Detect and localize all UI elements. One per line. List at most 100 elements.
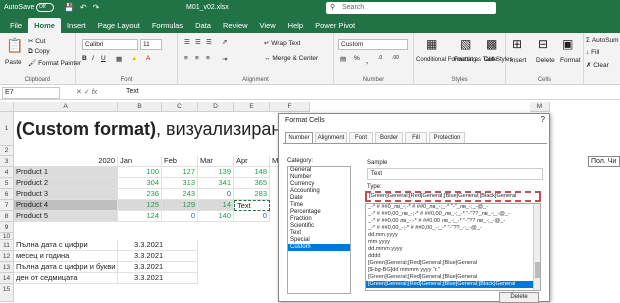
- tab-view[interactable]: View: [254, 18, 282, 33]
- fill-color-icon[interactable]: ▲: [131, 55, 137, 62]
- product-cell[interactable]: Product 5: [14, 211, 118, 222]
- category-item[interactable]: General: [288, 167, 350, 174]
- enter-icon[interactable]: ✓: [84, 89, 90, 96]
- format-cells-icon[interactable]: ▣: [562, 37, 573, 51]
- dialog-tab-number[interactable]: Number: [285, 132, 313, 143]
- save-icon[interactable]: 💾: [64, 3, 74, 12]
- italic-icon[interactable]: I: [92, 55, 94, 62]
- product-cell[interactable]: Product 4: [14, 200, 118, 211]
- cell-styles-icon[interactable]: ▩: [486, 37, 497, 51]
- value-cell[interactable]: 140: [198, 211, 234, 222]
- tab-power-pivot[interactable]: Power Pivot: [309, 18, 361, 33]
- row-header-2[interactable]: 2: [0, 146, 14, 156]
- scrollbar-thumb[interactable]: [535, 262, 540, 278]
- type-item[interactable]: dddd: [366, 253, 540, 260]
- value-cell[interactable]: 243: [162, 189, 198, 200]
- orientation-icon[interactable]: ⇗: [222, 38, 227, 46]
- align-right-icon[interactable]: ≡: [206, 55, 210, 62]
- type-item[interactable]: _-* # ##0,00_-;-* # ##0,00_-;_-* "-"??_-…: [366, 225, 540, 232]
- category-item[interactable]: Percentage: [288, 209, 350, 216]
- value-cell[interactable]: 127: [162, 167, 198, 178]
- type-item[interactable]: mm.yyyy: [366, 239, 540, 246]
- type-item[interactable]: _-* # ##0,00_лв_-;-* # ##0,00_лв_-;_-* "…: [366, 211, 540, 218]
- currency-icon[interactable]: ▤: [340, 55, 346, 63]
- type-item[interactable]: dd.mm.yyyy: [366, 232, 540, 239]
- row-header-13[interactable]: 13: [0, 262, 14, 273]
- type-item[interactable]: _-* # ##0,00 лв_-;-* # ##0,00 лв_-;_-* "…: [366, 218, 540, 225]
- date-cell[interactable]: 3.3.2021: [118, 251, 198, 262]
- category-item[interactable]: Date: [288, 195, 350, 202]
- name-box[interactable]: E7: [2, 87, 60, 99]
- product-cell[interactable]: Product 2: [14, 178, 118, 189]
- underline-icon[interactable]: U: [101, 55, 106, 62]
- column-header-b[interactable]: B: [118, 102, 162, 112]
- type-item[interactable]: [$-bg-BG]dd mmmm yyyy "г.": [366, 267, 540, 274]
- value-cell[interactable]: 124: [118, 211, 162, 222]
- borders-icon[interactable]: ▦: [116, 55, 122, 63]
- month-cell[interactable]: Feb: [162, 156, 198, 167]
- align-center-icon[interactable]: ≡: [195, 55, 199, 62]
- value-cell[interactable]: 125: [118, 200, 162, 211]
- indent-icon[interactable]: ⇥: [222, 55, 227, 63]
- wrap-text-button[interactable]: ↵ Wrap Text: [264, 39, 300, 47]
- tab-file[interactable]: File: [4, 18, 28, 33]
- type-item[interactable]: [Green]General;[Red]General;[Blue]Genera…: [366, 274, 540, 281]
- undo-icon[interactable]: ↶: [80, 3, 87, 12]
- value-cell[interactable]: 304: [118, 178, 162, 189]
- formula-input[interactable]: Text: [126, 88, 139, 95]
- row-header-12[interactable]: 12: [0, 251, 14, 262]
- tab-formulas[interactable]: Formulas: [146, 18, 189, 33]
- dialog-tab-alignment[interactable]: Alignment: [315, 132, 347, 143]
- category-item[interactable]: Number: [288, 174, 350, 181]
- fill-button[interactable]: ↓ Fill: [586, 49, 599, 56]
- tab-help[interactable]: Help: [282, 18, 309, 33]
- cut-button[interactable]: ✂ Cut: [28, 37, 45, 45]
- row-header-9[interactable]: 9: [0, 222, 14, 233]
- delete-cells-button[interactable]: Delete: [536, 57, 555, 64]
- row-header-14[interactable]: 14: [0, 273, 14, 284]
- paste-button[interactable]: Paste: [5, 59, 22, 66]
- type-item[interactable]: dd.mmm.yyyy: [366, 246, 540, 253]
- dialog-tab-font[interactable]: Font: [349, 132, 373, 143]
- type-input[interactable]: [Green]General;[Red]General;[Blue]Genera…: [365, 191, 541, 202]
- select-all-corner[interactable]: [0, 102, 14, 112]
- percent-icon[interactable]: %: [354, 55, 360, 62]
- date-cell[interactable]: 3.3.2021: [118, 273, 198, 284]
- clear-button[interactable]: ✗ Clear: [586, 61, 609, 69]
- label-cell[interactable]: ден от седмицата: [14, 273, 118, 284]
- redo-icon[interactable]: ↷: [93, 3, 100, 12]
- delete-button[interactable]: Delete: [499, 292, 539, 303]
- merge-center-button[interactable]: ↔ Merge & Center: [264, 55, 318, 62]
- year-cell[interactable]: 2020: [14, 156, 118, 167]
- tab-page-layout[interactable]: Page Layout: [92, 18, 146, 33]
- selected-cell-e7[interactable]: Text: [234, 200, 270, 211]
- label-cell[interactable]: месец и година: [14, 251, 118, 262]
- category-item[interactable]: Accounting: [288, 188, 350, 195]
- row-header-6[interactable]: 6: [0, 189, 14, 200]
- delete-cells-icon[interactable]: ⊟: [538, 37, 548, 51]
- value-cell[interactable]: 283: [234, 189, 270, 200]
- category-list[interactable]: General Number Currency Accounting Date …: [287, 166, 351, 294]
- category-item-selected[interactable]: Custom: [288, 244, 350, 251]
- column-header-a[interactable]: A: [14, 102, 118, 112]
- value-cell[interactable]: 14: [198, 200, 234, 211]
- font-name-select[interactable]: Calibri: [82, 39, 138, 50]
- value-cell[interactable]: 139: [198, 167, 234, 178]
- comma-icon[interactable]: ‚: [366, 55, 368, 65]
- dialog-tab-protection[interactable]: Protection: [429, 132, 465, 143]
- value-cell[interactable]: 0: [198, 189, 234, 200]
- font-size-select[interactable]: 11: [140, 39, 162, 50]
- dialog-tab-fill[interactable]: Fill: [405, 132, 427, 143]
- right-header-cell[interactable]: Пол. Чи: [588, 156, 620, 167]
- category-item[interactable]: Time: [288, 202, 350, 209]
- row-header-5[interactable]: 5: [0, 178, 14, 189]
- row-header-1[interactable]: 1: [0, 112, 14, 146]
- value-cell[interactable]: 236: [118, 189, 162, 200]
- dialog-tab-border[interactable]: Border: [375, 132, 403, 143]
- insert-cells-icon[interactable]: ⊞: [512, 37, 522, 51]
- type-item[interactable]: [Green]General;[Red]General;[Blue]Genera…: [366, 260, 540, 267]
- row-header-4[interactable]: 4: [0, 167, 14, 178]
- column-header-f[interactable]: F: [270, 102, 310, 112]
- align-middle-icon[interactable]: ☰: [195, 38, 201, 46]
- row-header-3[interactable]: 3: [0, 156, 14, 167]
